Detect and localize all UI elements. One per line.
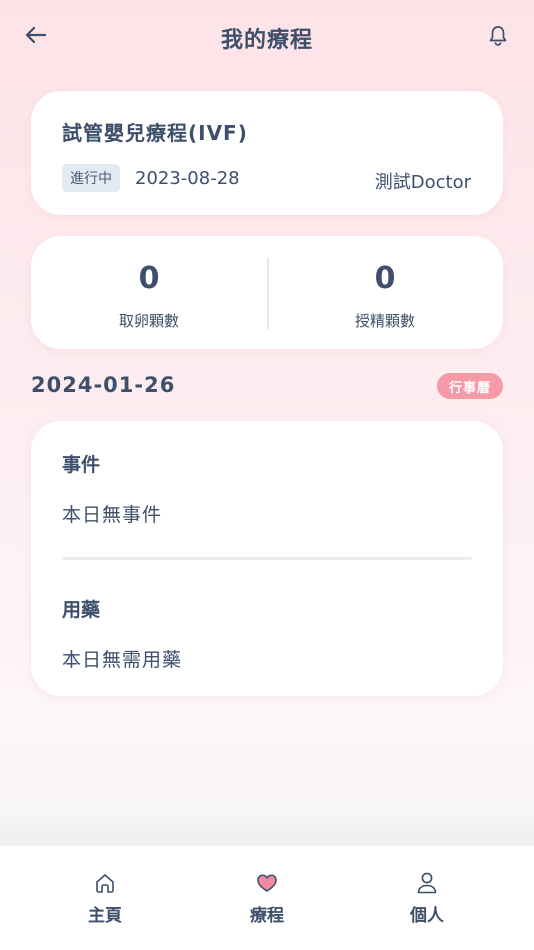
home-icon-wrap xyxy=(16,870,194,896)
stat-eggs-fertilized: 0 授精顆數 xyxy=(267,236,503,349)
stat-eggs-fertilized-label: 授精顆數 xyxy=(354,312,415,330)
heart-icon xyxy=(257,874,277,892)
section-divider xyxy=(62,557,472,560)
page-title: 我的療程 xyxy=(220,28,313,53)
medication-empty-text: 本日無需用藥 xyxy=(62,649,183,671)
stat-eggs-fertilized-value: 0 xyxy=(374,261,396,296)
tab-home-label: 主頁 xyxy=(88,906,122,926)
heart-icon-wrap xyxy=(178,870,356,896)
treatment-name: 試管嬰兒療程(IVF) xyxy=(62,121,248,145)
tab-home[interactable]: 主頁 xyxy=(16,846,194,950)
stat-eggs-retrieved-value: 0 xyxy=(138,261,160,296)
tab-profile[interactable]: 個人 xyxy=(338,846,516,950)
events-empty-text: 本日無事件 xyxy=(62,504,163,526)
user-icon xyxy=(417,872,437,894)
daily-schedule-card: 事件 本日無事件 用藥 本日無需用藥 xyxy=(31,421,503,696)
status-badge: 進行中 xyxy=(62,164,120,192)
schedule-date: 2024-01-26 xyxy=(31,373,176,397)
schedule-date-row: 2024-01-26 行事曆 xyxy=(31,370,503,402)
stat-eggs-retrieved: 0 取卵顆數 xyxy=(31,236,267,349)
home-icon xyxy=(96,874,114,893)
treatment-start-date: 2023-08-28 xyxy=(135,168,240,189)
calendar-button[interactable]: 行事曆 xyxy=(436,373,503,399)
notification-button[interactable] xyxy=(484,22,512,50)
tab-profile-label: 個人 xyxy=(410,906,444,926)
app-header: 我的療程 xyxy=(0,0,534,74)
bottom-fade xyxy=(0,810,534,846)
tab-treatment-label: 療程 xyxy=(250,906,284,926)
events-heading: 事件 xyxy=(62,454,101,476)
stat-eggs-retrieved-label: 取卵顆數 xyxy=(118,312,179,330)
bottom-tab-bar: 主頁 療程 個人 xyxy=(0,846,534,950)
medication-heading: 用藥 xyxy=(62,599,101,621)
user-icon-wrap xyxy=(338,870,516,896)
tab-treatment[interactable]: 療程 xyxy=(178,846,356,950)
treatment-doctor: 測試Doctor xyxy=(374,172,471,193)
treatment-card[interactable]: 試管嬰兒療程(IVF) 進行中 2023-08-28 測試Doctor xyxy=(31,91,503,215)
stats-card: 0 取卵顆數 0 授精顆數 xyxy=(31,236,503,349)
bell-icon xyxy=(489,26,507,46)
